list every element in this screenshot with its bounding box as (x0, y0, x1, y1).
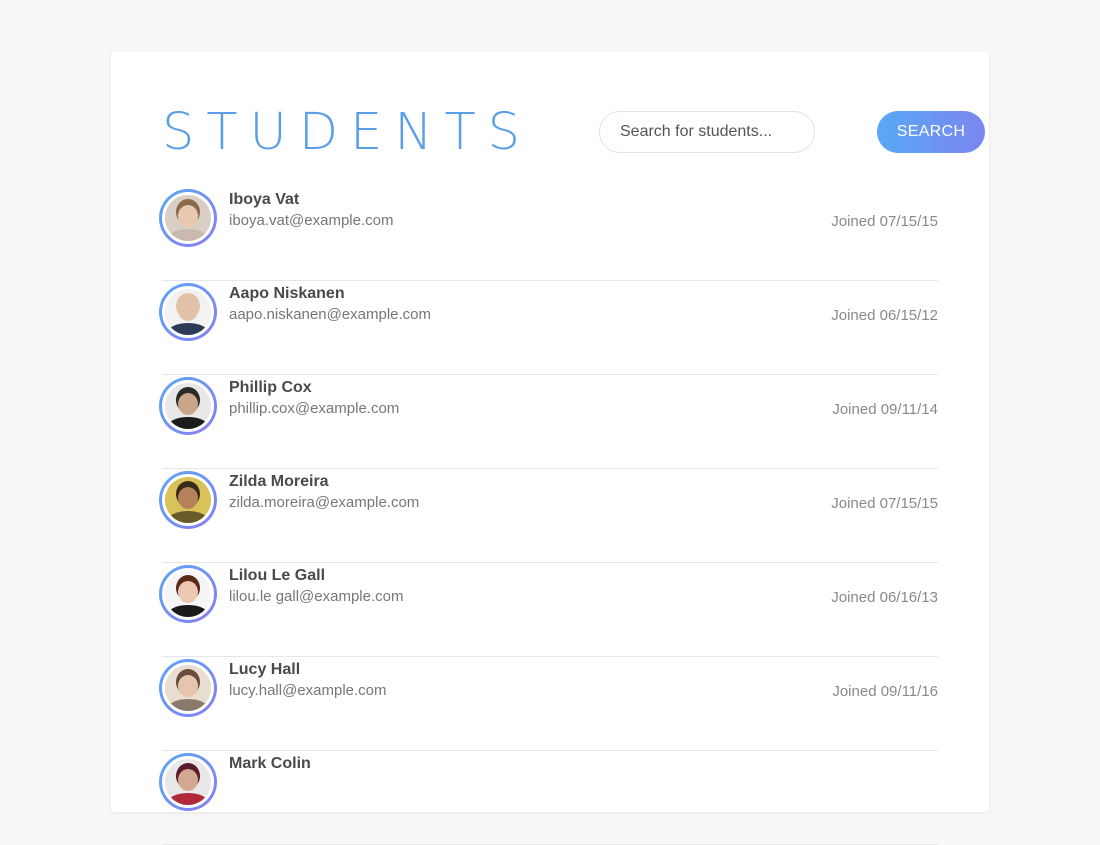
student-email: aapo.niskanen@example.com (229, 306, 432, 323)
avatar[interactable] (159, 377, 217, 435)
student-email: lucy.hall@example.com (229, 682, 387, 699)
students-card: STUDENTS SEARCH Iboya Vat iboya.vat@exam… (111, 52, 989, 845)
student-row[interactable]: Lucy Hall lucy.hall@example.com Joined 0… (159, 657, 938, 751)
student-row[interactable]: Mark Colin (159, 751, 938, 845)
student-email: iboya.vat@example.com (229, 212, 394, 229)
header: STUDENTS SEARCH (162, 100, 985, 166)
avatar-head (177, 581, 199, 604)
avatar[interactable] (159, 471, 217, 529)
joined-date: Joined 09/11/14 (832, 401, 938, 418)
avatar-shoulders (167, 417, 209, 429)
student-name[interactable]: Iboya Vat (229, 191, 299, 209)
avatar-shoulders (167, 793, 209, 805)
avatar-photo (162, 568, 214, 620)
joined-date: Joined 06/15/12 (831, 307, 938, 324)
avatar-head (177, 769, 199, 792)
student-email: zilda.moreira@example.com (229, 494, 420, 511)
avatar-photo (162, 474, 214, 526)
avatar-shoulders (167, 323, 209, 335)
joined-date: Joined 07/15/15 (831, 213, 938, 230)
avatar[interactable] (159, 283, 217, 341)
avatar[interactable] (159, 753, 217, 811)
student-row[interactable]: Aapo Niskanen aapo.niskanen@example.com … (159, 281, 938, 375)
student-name[interactable]: Lilou Le Gall (229, 567, 325, 585)
avatar-shoulders (167, 229, 209, 241)
page-title: STUDENTS (162, 103, 533, 162)
avatar-head (177, 205, 199, 228)
avatar-photo (162, 286, 214, 338)
joined-date: Joined 06/16/13 (831, 589, 938, 606)
avatar[interactable] (159, 565, 217, 623)
student-name[interactable]: Phillip Cox (229, 379, 312, 397)
student-row[interactable]: Iboya Vat iboya.vat@example.com Joined 0… (159, 187, 938, 281)
student-row[interactable]: Lilou Le Gall lilou.le gall@example.com … (159, 563, 938, 657)
avatar-photo (162, 756, 214, 808)
avatar-head (177, 487, 199, 510)
avatar[interactable] (159, 659, 217, 717)
avatar-photo (162, 192, 214, 244)
avatar-head (177, 393, 199, 416)
avatar-photo (162, 662, 214, 714)
avatar-shoulders (167, 511, 209, 523)
student-name[interactable]: Aapo Niskanen (229, 285, 345, 303)
joined-date: Joined 09/11/16 (832, 683, 938, 700)
student-list: Iboya Vat iboya.vat@example.com Joined 0… (159, 187, 938, 845)
avatar-head (177, 299, 199, 322)
joined-date: Joined 07/15/15 (831, 495, 938, 512)
search-button[interactable]: SEARCH (877, 111, 985, 153)
search-input[interactable] (599, 111, 815, 153)
student-email: phillip.cox@example.com (229, 400, 400, 417)
student-name[interactable]: Zilda Moreira (229, 473, 329, 491)
avatar-photo (162, 380, 214, 432)
student-row[interactable]: Phillip Cox phillip.cox@example.com Join… (159, 375, 938, 469)
avatar-shoulders (167, 605, 209, 617)
student-row[interactable]: Zilda Moreira zilda.moreira@example.com … (159, 469, 938, 563)
student-name[interactable]: Lucy Hall (229, 661, 300, 679)
avatar-shoulders (167, 699, 209, 711)
avatar[interactable] (159, 189, 217, 247)
student-name[interactable]: Mark Colin (229, 755, 311, 773)
avatar-head (177, 675, 199, 698)
student-email: lilou.le gall@example.com (229, 588, 404, 605)
